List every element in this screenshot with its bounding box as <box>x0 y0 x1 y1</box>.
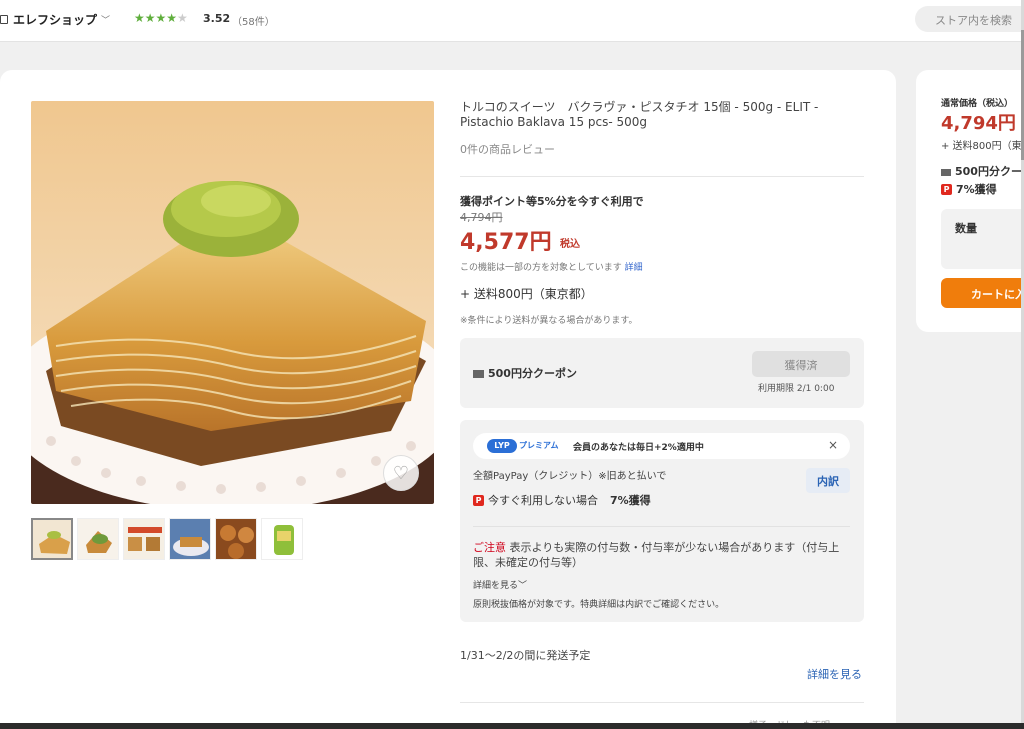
coupon-acquired-button[interactable]: 獲得済 <box>752 351 850 377</box>
feature-note: この機能は一部の方を対象としています 詳細 <box>460 260 643 273</box>
coupon-expiry: 利用期限 2/1 0:00 <box>758 384 835 394</box>
sale-price: 4,577円 <box>460 230 552 255</box>
thumbnail-strip <box>31 518 303 560</box>
quantity-label: 数量 <box>955 222 977 235</box>
caution-label: ご注意 <box>473 541 506 554</box>
divider <box>460 176 864 177</box>
rating-value: 3.52 <box>203 12 231 25</box>
delivery-details-link[interactable]: 詳細を見る <box>807 666 862 682</box>
coupon-icon <box>473 370 484 378</box>
review-count-link[interactable]: 0件の商品レビュー <box>460 141 555 157</box>
sidebar-price: 4,794円 <box>941 113 1016 134</box>
payment-method-text: 全額PayPay（クレジット）※旧あと払いで <box>473 471 667 482</box>
lyp-logo-icon: LYP <box>487 439 517 453</box>
quantity-box[interactable]: 数量 <box>941 209 1024 269</box>
coupon-label: 500円分クーポン <box>473 365 577 381</box>
coupon-label-text: 500円分クーポン <box>488 367 577 380</box>
thumbnail-5[interactable] <box>215 518 257 560</box>
shipping-fee: + 送料800円（東京都） <box>460 287 593 301</box>
product-title: トルコのスイーツ バクラヴァ・ピスタチオ 15個 - 500g - ELIT -… <box>460 100 819 129</box>
lyp-premium-label: プレミアム <box>519 441 559 450</box>
feature-note-text: この機能は一部の方を対象としています <box>460 263 622 273</box>
baklava-photo <box>31 101 434 504</box>
sidebar-coupon: 500円分クー <box>941 163 1022 179</box>
rating-count[interactable]: （58件） <box>232 13 275 28</box>
thumbnail-4[interactable] <box>169 518 211 560</box>
rating-stars: ★★★★★ <box>134 11 188 25</box>
chevron-down-icon: ﹀ <box>518 581 528 591</box>
coupon-icon <box>941 168 951 176</box>
paypay-icon: P <box>941 183 952 195</box>
divider <box>473 526 850 527</box>
sidebar-shipping: + 送料800円（東 <box>941 141 1022 152</box>
show-details-label: 詳細を見る <box>473 581 519 591</box>
earn-points-line: P 今すぐ利用しない場合 7%獲得 <box>473 492 651 508</box>
earn-label: 今すぐ利用しない場合 <box>488 494 598 507</box>
lyp-premium-banner: LYP プレミアム 会員のあなたは毎日+2%適用中 × <box>473 433 850 459</box>
points-usage-line: 獲得ポイント等5%分を今すぐ利用で <box>460 195 644 208</box>
thumbnail-1[interactable] <box>31 518 73 560</box>
coupon-box: 500円分クーポン 獲得済 利用期限 2/1 0:00 <box>460 338 864 408</box>
store-name: エレフショップ <box>13 13 98 27</box>
favorite-heart-icon[interactable]: ♡ <box>383 455 419 491</box>
tax-included-label: 税込 <box>560 239 580 250</box>
product-main-image[interactable] <box>31 101 434 504</box>
paypay-box: LYP プレミアム 会員のあなたは毎日+2%適用中 × 全額PayPay（クレジ… <box>460 420 864 622</box>
delivery-estimate: 1/31〜2/2の間に発送予定 <box>460 649 591 662</box>
sidebar-regular-price-label: 通常価格（税込） <box>941 99 1014 109</box>
earn-value: 7%獲得 <box>610 494 651 507</box>
caution-text: ご注意 表示よりも実際の付与数・付与率が少ない場合があります（付与上限、未確定の… <box>473 540 853 570</box>
store-name-menu[interactable]: エレフショップ ﹀ <box>0 11 110 28</box>
add-to-cart-button[interactable]: カートに入 <box>941 278 1024 308</box>
original-price: 4,794円 <box>460 211 503 224</box>
thumbnail-2[interactable] <box>77 518 119 560</box>
close-icon[interactable]: × <box>828 438 838 452</box>
top-bar: エレフショップ ﹀ ★★★★★ 3.52 （58件） ストア内を検索 <box>0 0 1024 42</box>
thumbnail-3[interactable] <box>123 518 165 560</box>
chevron-down-icon: ﹀ <box>101 16 111 26</box>
store-icon <box>0 15 8 24</box>
sidebar-points-text: 7%獲得 <box>956 183 997 196</box>
lyp-banner-text: 会員のあなたは毎日+2%適用中 <box>573 443 704 453</box>
taskbar-edge <box>0 723 1024 729</box>
shipping-note: ※条件により送料が異なる場合があります。 <box>460 316 638 326</box>
breakdown-button[interactable]: 内訳 <box>806 468 850 493</box>
feature-note-link[interactable]: 詳細 <box>625 263 643 273</box>
caution-body: 表示よりも実際の付与数・付与率が少ない場合があります（付与上限、未確定の付与等） <box>473 541 840 569</box>
paypay-icon: P <box>473 494 484 506</box>
thumbnail-6[interactable] <box>261 518 303 560</box>
rule-note: 原則税抜価格が対象です。特典詳細は内訳でご確認ください。 <box>473 600 725 610</box>
store-search-input[interactable]: ストア内を検索 <box>915 6 1024 32</box>
sidebar-coupon-text: 500円分クー <box>955 165 1022 178</box>
show-details-link[interactable]: 詳細を見る﹀ <box>473 578 527 591</box>
divider <box>460 702 864 703</box>
sidebar-points: P 7%獲得 <box>941 181 997 197</box>
